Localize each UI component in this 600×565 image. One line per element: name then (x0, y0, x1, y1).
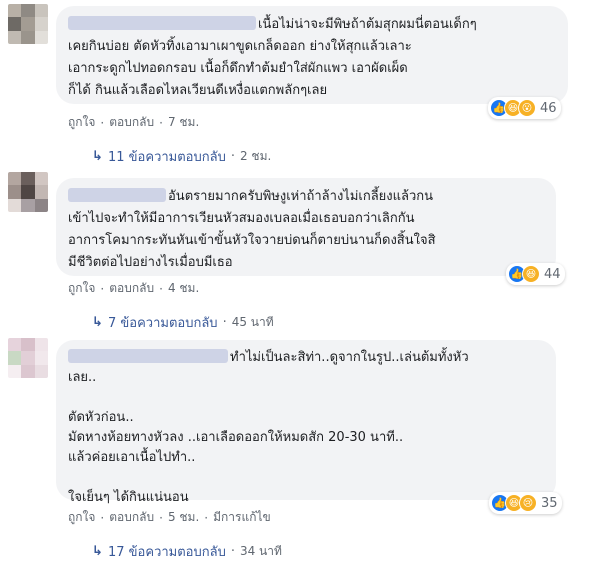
comment-text: ทำไม่เป็นละสิท่า..ดูจากในรูป..เล่นต้มทั้… (68, 349, 469, 505)
replies-count[interactable]: 11 ข้อความตอบกลับ (108, 146, 226, 167)
reaction-count: 35 (541, 495, 558, 511)
separator: · (100, 281, 105, 296)
comment-time[interactable]: 5 ชม. (168, 508, 199, 527)
separator: · (159, 115, 163, 130)
wow-icon: 😮 (518, 99, 536, 117)
author-name[interactable] (68, 16, 256, 30)
sad-icon: 😢 (519, 494, 537, 512)
reply-button[interactable]: ตอบกลับ (109, 279, 154, 298)
separator: · (222, 315, 227, 330)
comment-bubble: เนื้อไม่น่าจะมีพิษถ้าต้มสุกผมนี่ตอนเด็กๆ… (56, 6, 568, 104)
replies-time: 45 นาที (231, 315, 274, 329)
edited-label[interactable]: มีการแก้ไข (213, 508, 271, 527)
like-button[interactable]: ถูกใจ (68, 113, 95, 132)
replies-time: 34 นาที (239, 544, 282, 558)
comment-actions: ถูกใจ · ตอบกลับ · 4 ชม. (68, 279, 199, 298)
avatar[interactable] (8, 4, 48, 44)
separator: · (100, 510, 105, 525)
separator: · (159, 510, 163, 525)
comment-time[interactable]: 4 ชม. (168, 279, 199, 298)
reply-arrow-icon: ↳ (92, 315, 103, 330)
reply-button[interactable]: ตอบกลับ (109, 113, 154, 132)
separator: · (230, 149, 235, 164)
view-replies-link[interactable]: ↳ 11 ข้อความตอบกลับ · 2 ชม. (92, 146, 271, 167)
reply-arrow-icon: ↳ (92, 149, 103, 164)
haha-icon: 😆 (522, 265, 540, 283)
replies-count[interactable]: 7 ข้อความตอบกลับ (108, 312, 218, 333)
comment-text: เนื้อไม่น่าจะมีพิษถ้าต้มสุกผมนี่ตอนเด็กๆ… (68, 16, 477, 98)
replies-time: 2 ชม. (239, 149, 272, 163)
view-replies-link[interactable]: ↳ 17 ข้อความตอบกลับ · 34 นาที (92, 541, 282, 562)
comment-text: อันตรายมากครับพิษงูเห่าถ้าล้างไม่เกลี้ยง… (68, 188, 436, 270)
reply-button[interactable]: ตอบกลับ (109, 508, 154, 527)
reaction-count: 46 (540, 100, 557, 116)
like-button[interactable]: ถูกใจ (68, 279, 95, 298)
reactions-summary[interactable]: 👍 😆 😢 35 (489, 492, 562, 514)
reactions-summary[interactable]: 👍 😆 😮 46 (488, 97, 561, 119)
separator: · (230, 544, 235, 559)
like-button[interactable]: ถูกใจ (68, 508, 95, 527)
comment-bubble: ทำไม่เป็นละสิท่า..ดูจากในรูป..เล่นต้มทั้… (56, 340, 556, 505)
replies-count[interactable]: 17 ข้อความตอบกลับ (108, 541, 226, 562)
avatar[interactable] (8, 172, 48, 212)
comment-actions: ถูกใจ · ตอบกลับ · 7 ชม. (68, 113, 199, 132)
view-replies-link[interactable]: ↳ 7 ข้อความตอบกลับ · 45 นาที (92, 312, 274, 333)
comment-bubble: อันตรายมากครับพิษงูเห่าถ้าล้างไม่เกลี้ยง… (56, 178, 556, 276)
author-name[interactable] (68, 188, 166, 202)
comment-actions: ถูกใจ · ตอบกลับ · 5 ชม. · มีการแก้ไข (68, 508, 271, 527)
reaction-count: 44 (544, 266, 561, 282)
separator: · (159, 281, 163, 296)
comment-time[interactable]: 7 ชม. (168, 113, 199, 132)
author-name[interactable] (68, 349, 228, 363)
separator: · (204, 510, 209, 525)
reply-arrow-icon: ↳ (92, 544, 103, 559)
separator: · (100, 115, 105, 130)
avatar[interactable] (8, 338, 48, 378)
reactions-summary[interactable]: 👍 😆 44 (506, 263, 565, 285)
